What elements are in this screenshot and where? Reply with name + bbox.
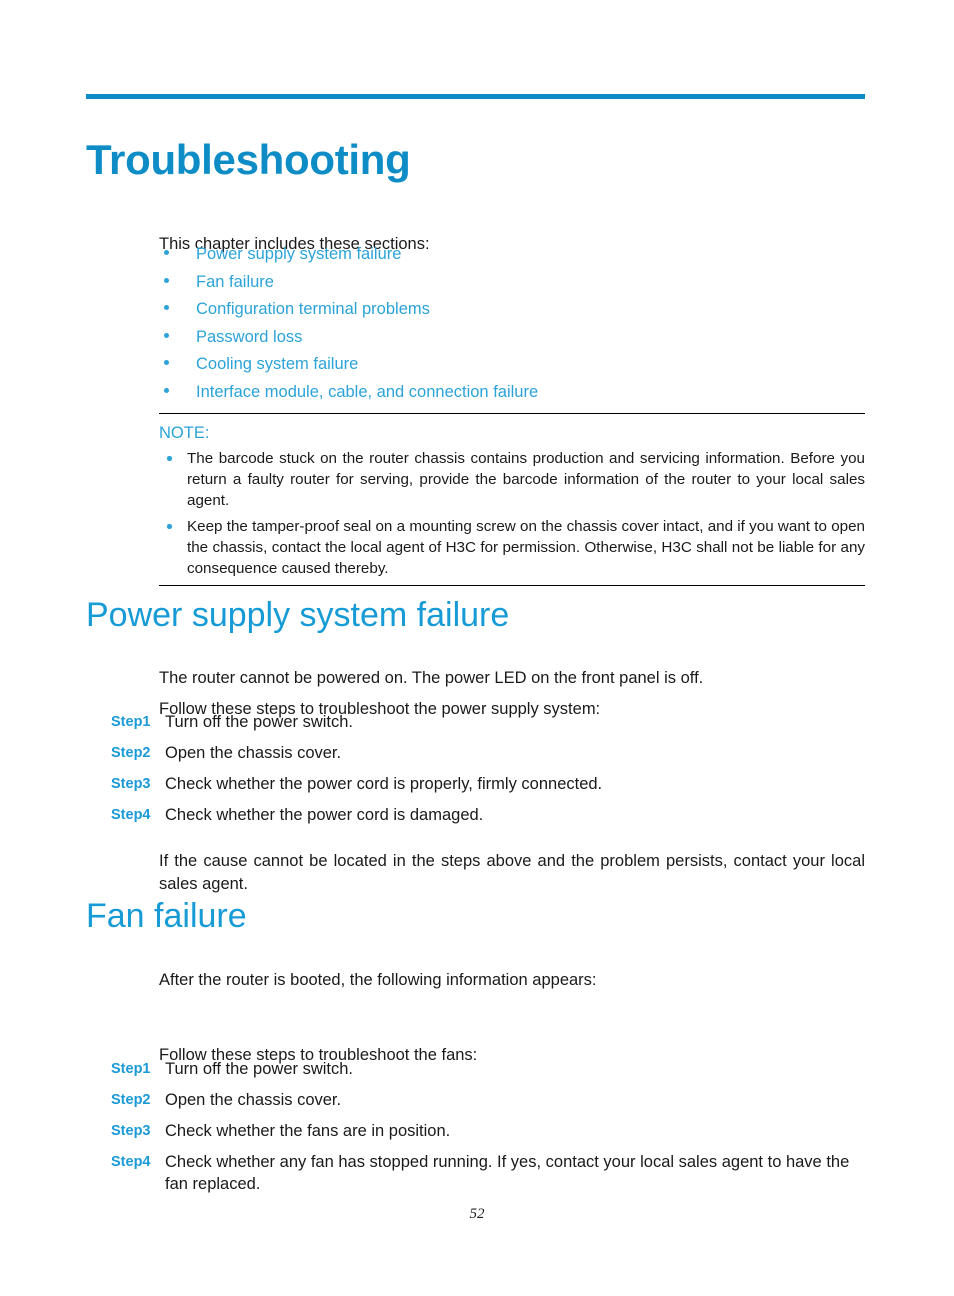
bullet-icon [164, 360, 169, 365]
power-closing-text: If the cause cannot be located in the st… [159, 851, 865, 893]
step-label: Step1 [111, 1061, 151, 1077]
step-item: Step1 Turn off the power switch. [111, 711, 865, 733]
chapter-title-rule [86, 94, 865, 99]
note-label: NOTE: [159, 424, 210, 442]
bullet-icon [164, 332, 169, 338]
step-text: Open the chassis cover. [165, 744, 342, 762]
bullet-icon [164, 277, 169, 283]
step-item: Step2 Open the chassis cover. [111, 1089, 865, 1111]
step-item: Step2 Open the chassis cover. [111, 742, 865, 764]
list-item[interactable]: Cooling system failure [159, 353, 865, 381]
bullet-icon [167, 456, 172, 461]
list-item[interactable]: Power supply system failure [159, 243, 865, 271]
step-item: Step3 Check whether the power cord is pr… [111, 773, 865, 795]
document-page: Troubleshooting This chapter includes th… [0, 0, 954, 1296]
step-item: Step4 Check whether the power cord is da… [111, 804, 865, 826]
step-text: Check whether any fan has stopped runnin… [165, 1153, 850, 1193]
fan-symptom-text: After the router is booted, the followin… [159, 970, 597, 989]
section-link-interface-module-cable-connection-failure[interactable]: Interface module, cable, and connection … [196, 383, 538, 401]
bullet-icon [164, 250, 169, 255]
note-item-list: The barcode stuck on the router chassis … [159, 448, 865, 579]
section-link-password-loss[interactable]: Password loss [196, 328, 302, 346]
list-item[interactable]: Password loss [159, 326, 865, 354]
section-link-cooling-system-failure[interactable]: Cooling system failure [196, 355, 358, 373]
step-text: Turn off the power switch. [165, 713, 354, 731]
step-item: Step3 Check whether the fans are in posi… [111, 1120, 865, 1142]
step-label: Step2 [111, 1092, 151, 1108]
step-text: Turn off the power switch. [165, 1060, 354, 1078]
step-label: Step4 [111, 807, 151, 823]
page-title: Troubleshooting [86, 136, 411, 184]
section-heading-fan-failure: Fan failure [86, 897, 247, 935]
note-item: Keep the tamper-proof seal on a mounting… [159, 516, 865, 579]
step-label: Step4 [111, 1154, 151, 1170]
section-heading-power-supply-system-failure: Power supply system failure [86, 596, 510, 634]
power-symptom-text: The router cannot be powered on. The pow… [159, 668, 704, 687]
list-item[interactable]: Fan failure [159, 271, 865, 299]
step-label: Step3 [111, 776, 151, 792]
page-number: 52 [469, 1206, 485, 1222]
power-step-list: Step1 Turn off the power switch. Step2 O… [111, 711, 865, 835]
section-link-configuration-terminal-problems[interactable]: Configuration terminal problems [196, 300, 430, 318]
note-callout: NOTE: The barcode stuck on the router ch… [159, 413, 865, 586]
list-item[interactable]: Interface module, cable, and connection … [159, 381, 865, 409]
step-item: Step4 Check whether any fan has stopped … [111, 1151, 865, 1195]
list-item[interactable]: Configuration terminal problems [159, 298, 865, 326]
section-link-power-supply-system-failure[interactable]: Power supply system failure [196, 245, 401, 263]
step-label: Step2 [111, 745, 151, 761]
note-item-text: Keep the tamper-proof seal on a mounting… [187, 518, 865, 577]
bullet-icon [164, 387, 169, 393]
fan-output-block [159, 993, 865, 1033]
note-item-text: The barcode stuck on the router chassis … [187, 450, 865, 509]
step-text: Check whether the fans are in position. [165, 1122, 451, 1140]
note-item: The barcode stuck on the router chassis … [159, 448, 865, 511]
chapter-section-link-list: Power supply system failure Fan failure … [159, 243, 865, 408]
section-link-fan-failure[interactable]: Fan failure [196, 273, 274, 291]
step-label: Step3 [111, 1123, 151, 1139]
step-text: Open the chassis cover. [165, 1091, 342, 1109]
fan-step-list: Step1 Turn off the power switch. Step2 O… [111, 1058, 865, 1204]
step-text: Check whether the power cord is properly… [165, 775, 603, 793]
step-text: Check whether the power cord is damaged. [165, 806, 484, 824]
step-label: Step1 [111, 714, 151, 730]
bullet-icon [164, 305, 169, 310]
bullet-icon [167, 524, 172, 529]
step-item: Step1 Turn off the power switch. [111, 1058, 865, 1080]
